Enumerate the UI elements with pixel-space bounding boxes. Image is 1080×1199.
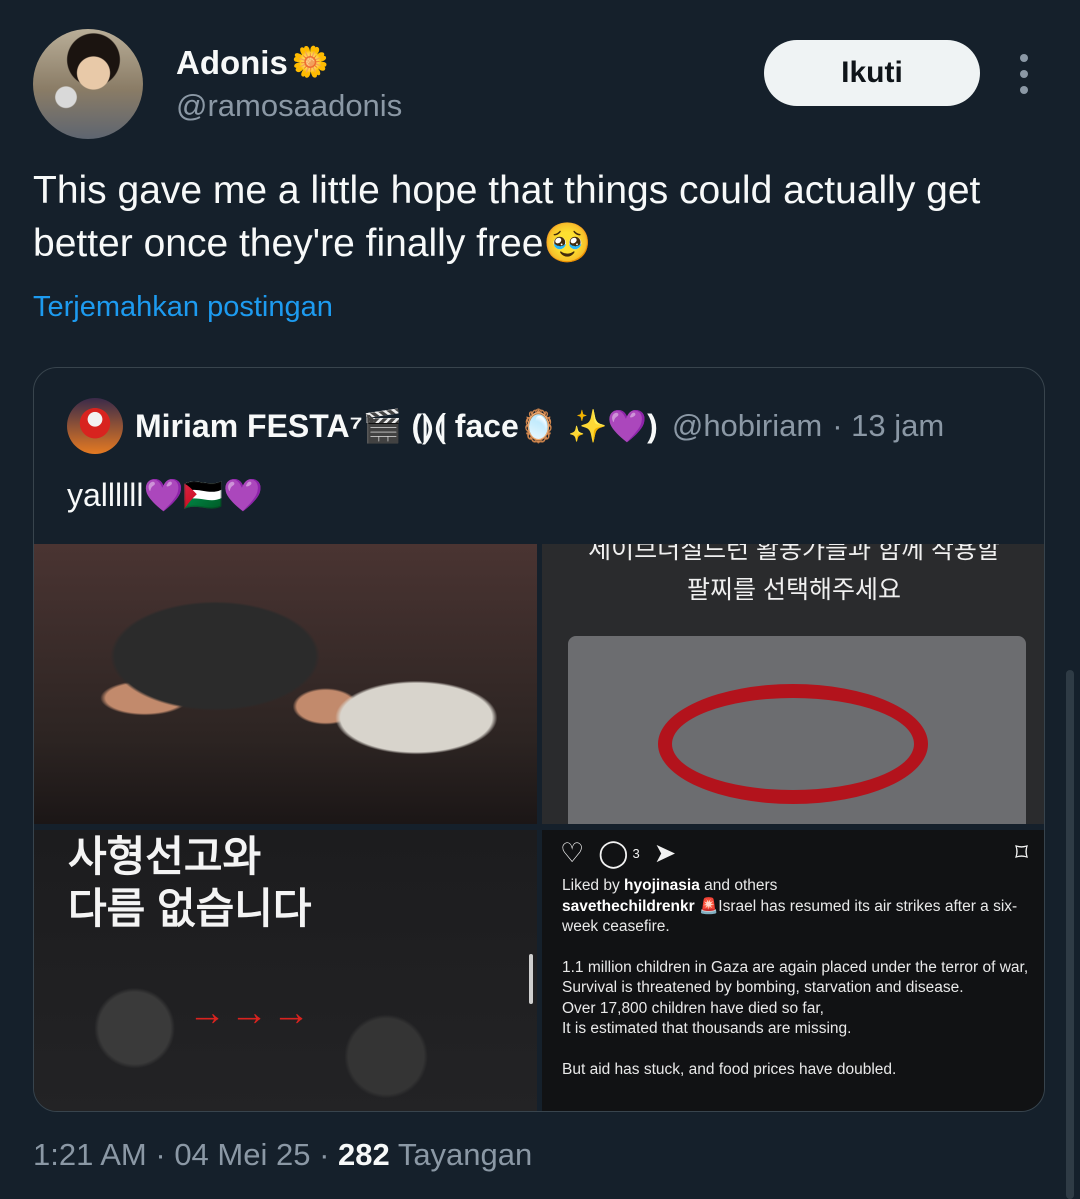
image-bracelet[interactable]: 세이브더칠드런 활동가들과 함께 착용할 팔찌를 선택해주세요: [542, 544, 1044, 824]
quoted-tweet[interactable]: Miriam FESTA⁷🎬 (⟭⟬ face🪞 ✨💜) @hobiriam ·…: [33, 367, 1045, 1112]
bracelet-photo: [568, 636, 1026, 824]
flower-icon: 🌼: [291, 46, 330, 79]
author-handle[interactable]: @ramosaadonis: [176, 88, 402, 124]
share-icon: ➤: [653, 838, 677, 868]
follow-button[interactable]: Ikuti: [764, 40, 980, 106]
comment-count: 3: [632, 846, 640, 861]
page-scrollbar[interactable]: [1066, 670, 1074, 1199]
red-arrows: →→→: [188, 992, 314, 1034]
image-rubble[interactable]: 사형선고와 다름 없습니다 →→→: [34, 830, 537, 1111]
quote-author-handle: @hobiriam: [671, 408, 823, 443]
bracelet-ring: [658, 684, 928, 804]
tweet-timestamp[interactable]: 1:21 AM · 04 Mei 25 · 282 Tayangan: [33, 1137, 532, 1173]
tweet-date: 04 Mei 25: [174, 1137, 311, 1172]
quote-avatar[interactable]: [67, 398, 123, 454]
insta-action-bar: ♡ ◯ 3 ➤: [560, 838, 676, 869]
quote-header: Miriam FESTA⁷🎬 (⟭⟬ face🪞 ✨💜) @hobiriam ·…: [67, 398, 944, 454]
quote-age: · 13 jam: [832, 408, 945, 443]
quote-text: yallllll💜🇵🇸💜: [67, 477, 263, 513]
rubble-caption-line1: 사형선고와: [68, 833, 262, 880]
author-name[interactable]: Adonis 🌼: [176, 44, 329, 82]
author-avatar[interactable]: [33, 29, 143, 139]
views-count: 282: [338, 1137, 390, 1172]
bracelet-caption-line2: 팔찌를 선택해주세요: [687, 576, 901, 604]
bookmark-icon: ⌑: [1015, 839, 1028, 867]
tweet-text: This gave me a little hope that things c…: [33, 169, 981, 265]
quote-author-name: Miriam FESTA⁷🎬 (⟭⟬ face🪞 ✨💜): [135, 407, 658, 444]
translate-link[interactable]: Terjemahkan postingan: [33, 291, 333, 324]
image-scroll-indicator: [529, 954, 533, 1004]
views-label: Tayangan: [397, 1137, 533, 1172]
image-instagram-post[interactable]: ♡ ◯ 3 ➤ ⌑ Liked by hyojinasia and others…: [542, 830, 1044, 1111]
heart-icon: ♡: [560, 838, 585, 868]
image-gym-selfie[interactable]: [34, 544, 537, 824]
comment-icon: ◯: [598, 838, 629, 868]
rubble-caption-line2: 다름 없습니다: [68, 885, 312, 932]
insta-caption: Liked by hyojinasia and others savethech…: [562, 877, 1029, 1078]
more-icon[interactable]: [1012, 54, 1036, 94]
bracelet-caption-line1: 세이브더칠드런 활동가들과 함께 착용할: [588, 544, 1000, 564]
tweet-time: 1:21 AM: [33, 1137, 147, 1172]
author-name-text[interactable]: Adonis: [176, 44, 288, 82]
